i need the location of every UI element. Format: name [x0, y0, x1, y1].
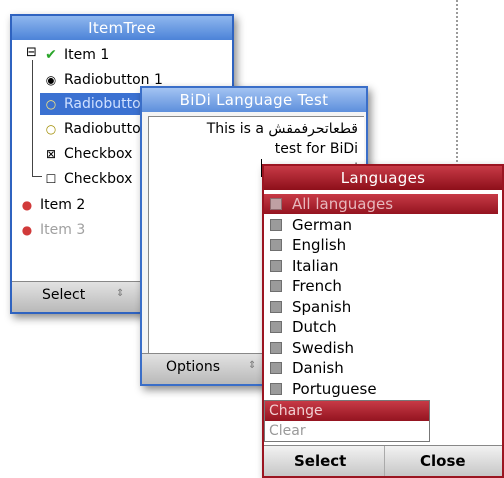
language-item-french[interactable]: French	[270, 276, 342, 296]
checkbox-checked-icon: ⊠	[45, 147, 57, 161]
options-menu: Change Clear	[264, 400, 430, 442]
checkbox-icon	[270, 198, 282, 210]
checkbox-icon	[270, 321, 282, 333]
languages-title: Languages	[264, 166, 502, 190]
language-item-spanish[interactable]: Spanish	[270, 297, 351, 317]
language-item-dutch[interactable]: Dutch	[270, 317, 337, 337]
updown-icon: ⇕	[116, 288, 125, 299]
collapse-icon[interactable]: ⊟	[26, 45, 37, 60]
bidi-line-1: This is a قطعاتحرفمقش	[206, 121, 358, 137]
tree-connector	[32, 60, 33, 176]
checkbox-icon	[270, 342, 282, 354]
languages-window: Languages All languages German English I…	[262, 164, 504, 478]
language-item-german[interactable]: German	[270, 215, 352, 235]
select-softkey[interactable]: Select	[42, 287, 85, 303]
options-softkey[interactable]: Options	[166, 359, 220, 375]
bidi-line-2: test for BiDi	[274, 141, 358, 157]
language-item-all[interactable]: All languages	[264, 194, 498, 214]
red-dot-icon: ●	[21, 198, 33, 212]
tree-item-2[interactable]: ● Item 2	[20, 195, 85, 215]
language-item-portuguese[interactable]: Portuguese	[270, 379, 377, 399]
tree-checkbox-1[interactable]: ⊠ Checkbox	[44, 144, 132, 164]
menu-item-clear: Clear	[269, 423, 306, 439]
checkbox-icon	[270, 301, 282, 313]
checkbox-icon	[270, 383, 282, 395]
language-item-swedish[interactable]: Swedish	[270, 338, 354, 358]
check-icon: ✔	[45, 47, 57, 63]
radio-empty-icon: ○	[45, 122, 57, 136]
checkbox-icon	[270, 362, 282, 374]
checkbox-icon	[270, 280, 282, 292]
tree-connector	[32, 176, 42, 177]
tree-radiobutton-3[interactable]: ○ Radiobutto	[44, 119, 141, 139]
red-dot-icon: ●	[21, 223, 33, 237]
select-softkey[interactable]: Select	[294, 452, 346, 470]
softkey-divider	[384, 446, 385, 476]
close-softkey[interactable]: Close	[420, 452, 466, 470]
language-item-italian[interactable]: Italian	[270, 256, 339, 276]
tree-item-1[interactable]: ✔ Item 1	[44, 45, 109, 65]
tree-item-3: ● Item 3	[21, 222, 86, 238]
language-item-danish[interactable]: Danish	[270, 358, 344, 378]
radio-empty-icon: ○	[45, 97, 57, 111]
tree-checkbox-2[interactable]: ☐ Checkbox	[44, 169, 133, 189]
language-item-english[interactable]: English	[270, 235, 346, 255]
updown-icon: ⇕	[248, 360, 257, 371]
bidi-title: BiDi Language Test	[142, 88, 366, 112]
itemtree-title: ItemTree	[12, 16, 232, 40]
checkbox-icon	[270, 260, 282, 272]
checkbox-icon	[270, 219, 282, 231]
radio-filled-icon: ◉	[45, 73, 57, 87]
checkbox-empty-icon: ☐	[45, 172, 57, 186]
languages-softkey-bar: Select Close	[264, 445, 502, 476]
checkbox-icon	[270, 239, 282, 251]
menu-item-change[interactable]: Change	[265, 401, 429, 421]
